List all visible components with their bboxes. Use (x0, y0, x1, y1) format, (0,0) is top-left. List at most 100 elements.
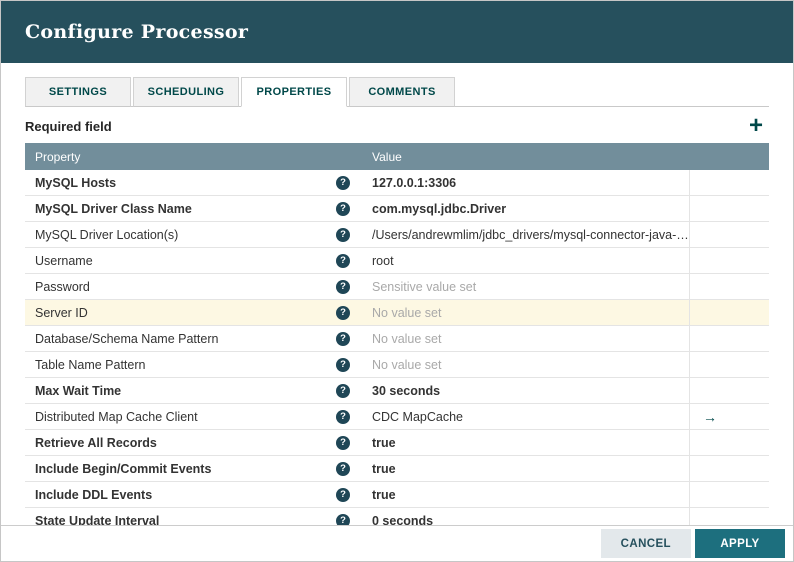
row-action-cell (689, 222, 769, 247)
row-action-cell (689, 352, 769, 377)
row-action-cell (689, 248, 769, 273)
property-value[interactable]: No value set (362, 352, 689, 377)
property-row[interactable]: Database/Schema Name Pattern?No value se… (25, 326, 769, 352)
add-property-button[interactable]: + (745, 116, 767, 136)
property-row[interactable]: Include DDL Events?true (25, 482, 769, 508)
property-value[interactable]: 127.0.0.1:3306 (362, 170, 689, 195)
dialog-footer: CANCEL APPLY (1, 525, 793, 561)
help-icon[interactable]: ? (336, 384, 350, 398)
tab-scheduling[interactable]: SCHEDULING (133, 77, 239, 107)
configure-processor-dialog: Configure Processor SETTINGSSCHEDULINGPR… (0, 0, 794, 562)
help-icon[interactable]: ? (336, 202, 350, 216)
help-icon[interactable]: ? (336, 358, 350, 372)
property-name-cell: Server ID? (25, 300, 362, 325)
help-icon[interactable]: ? (336, 306, 350, 320)
dialog-header: Configure Processor (1, 1, 793, 63)
property-row[interactable]: MySQL Driver Class Name?com.mysql.jdbc.D… (25, 196, 769, 222)
property-name: Include DDL Events (35, 488, 152, 502)
tab-comments[interactable]: COMMENTS (349, 77, 455, 107)
cancel-button[interactable]: CANCEL (601, 529, 691, 558)
property-value[interactable]: No value set (362, 326, 689, 351)
property-name: Include Begin/Commit Events (35, 462, 211, 476)
property-name-cell: MySQL Driver Location(s)? (25, 222, 362, 247)
property-name-cell: MySQL Driver Class Name? (25, 196, 362, 221)
property-name: State Update Interval (35, 514, 159, 526)
help-icon[interactable]: ? (336, 436, 350, 450)
row-action-cell (689, 326, 769, 351)
property-row[interactable]: Table Name Pattern?No value set (25, 352, 769, 378)
help-icon[interactable]: ? (336, 280, 350, 294)
property-row[interactable]: State Update Interval?0 seconds (25, 508, 769, 525)
row-action-cell (689, 274, 769, 299)
property-row[interactable]: Retrieve All Records?true (25, 430, 769, 456)
help-icon[interactable]: ? (336, 332, 350, 346)
row-action-cell (689, 170, 769, 195)
property-row[interactable]: Max Wait Time? 30 seconds (25, 378, 769, 404)
apply-button[interactable]: APPLY (695, 529, 785, 558)
table-body: MySQL Hosts?127.0.0.1:3306MySQL Driver C… (25, 170, 769, 525)
help-icon[interactable]: ? (336, 462, 350, 476)
property-name: Database/Schema Name Pattern (35, 332, 218, 346)
dialog-body: SETTINGSSCHEDULINGPROPERTIESCOMMENTS Req… (1, 63, 793, 525)
property-value[interactable]: 30 seconds (362, 378, 689, 403)
property-value[interactable]: No value set (362, 300, 689, 325)
property-name-cell: MySQL Hosts? (25, 170, 362, 195)
row-action-cell (689, 430, 769, 455)
property-row[interactable]: Server ID?No value set (25, 300, 769, 326)
property-row[interactable]: Distributed Map Cache Client?CDC MapCach… (25, 404, 769, 430)
property-name: Username (35, 254, 93, 268)
property-row[interactable]: Include Begin/Commit Events? true (25, 456, 769, 482)
property-name-cell: Database/Schema Name Pattern? (25, 326, 362, 351)
goto-service-icon[interactable]: → (703, 409, 717, 425)
row-action-cell (689, 508, 769, 525)
row-action-cell (689, 378, 769, 403)
help-icon[interactable]: ? (336, 228, 350, 242)
tab-settings[interactable]: SETTINGS (25, 77, 131, 107)
property-name-cell: Table Name Pattern? (25, 352, 362, 377)
row-action-cell (689, 196, 769, 221)
property-name: MySQL Driver Location(s) (35, 228, 178, 242)
property-name: Table Name Pattern (35, 358, 145, 372)
properties-toolbar: Required field + (25, 107, 769, 143)
help-icon[interactable]: ? (336, 410, 350, 424)
property-name: Retrieve All Records (35, 436, 157, 450)
property-value[interactable]: com.mysql.jdbc.Driver (362, 196, 689, 221)
property-row[interactable]: Password?Sensitive value set (25, 274, 769, 300)
tab-properties[interactable]: PROPERTIES (241, 77, 347, 107)
property-name-cell: Include DDL Events? (25, 482, 362, 507)
tab-bar: SETTINGSSCHEDULINGPROPERTIESCOMMENTS (25, 77, 769, 107)
property-name: Password (35, 280, 90, 294)
property-value[interactable]: 0 seconds (362, 508, 689, 525)
property-value[interactable]: Sensitive value set (362, 274, 689, 299)
property-name: Server ID (35, 306, 88, 320)
property-name-cell: Password? (25, 274, 362, 299)
property-row[interactable]: MySQL Hosts?127.0.0.1:3306 (25, 170, 769, 196)
help-icon[interactable]: ? (336, 176, 350, 190)
property-name: MySQL Hosts (35, 176, 116, 190)
property-name-cell: Username? (25, 248, 362, 273)
column-header-value: Value (362, 150, 689, 164)
help-icon[interactable]: ? (336, 514, 350, 526)
required-field-label: Required field (25, 119, 112, 134)
property-value[interactable]: CDC MapCache (362, 404, 689, 429)
property-value[interactable]: /Users/andrewmlim/jdbc_drivers/mysql-con… (362, 222, 689, 247)
property-value[interactable]: true (362, 456, 689, 481)
row-action-cell (689, 482, 769, 507)
property-name-cell: Distributed Map Cache Client? (25, 404, 362, 429)
property-name: MySQL Driver Class Name (35, 202, 192, 216)
property-name: Distributed Map Cache Client (35, 410, 198, 424)
property-row[interactable]: MySQL Driver Location(s)?/Users/andrewml… (25, 222, 769, 248)
help-icon[interactable]: ? (336, 254, 350, 268)
property-name: Max Wait Time (35, 384, 121, 398)
property-name-cell: State Update Interval? (25, 508, 362, 525)
row-action-cell (689, 300, 769, 325)
property-name-cell: Retrieve All Records? (25, 430, 362, 455)
property-value[interactable]: root (362, 248, 689, 273)
column-header-property: Property (25, 150, 362, 164)
dialog-title: Configure Processor (25, 21, 248, 43)
row-action-cell (689, 456, 769, 481)
property-value[interactable]: true (362, 430, 689, 455)
property-row[interactable]: Username?root (25, 248, 769, 274)
property-value[interactable]: true (362, 482, 689, 507)
help-icon[interactable]: ? (336, 488, 350, 502)
